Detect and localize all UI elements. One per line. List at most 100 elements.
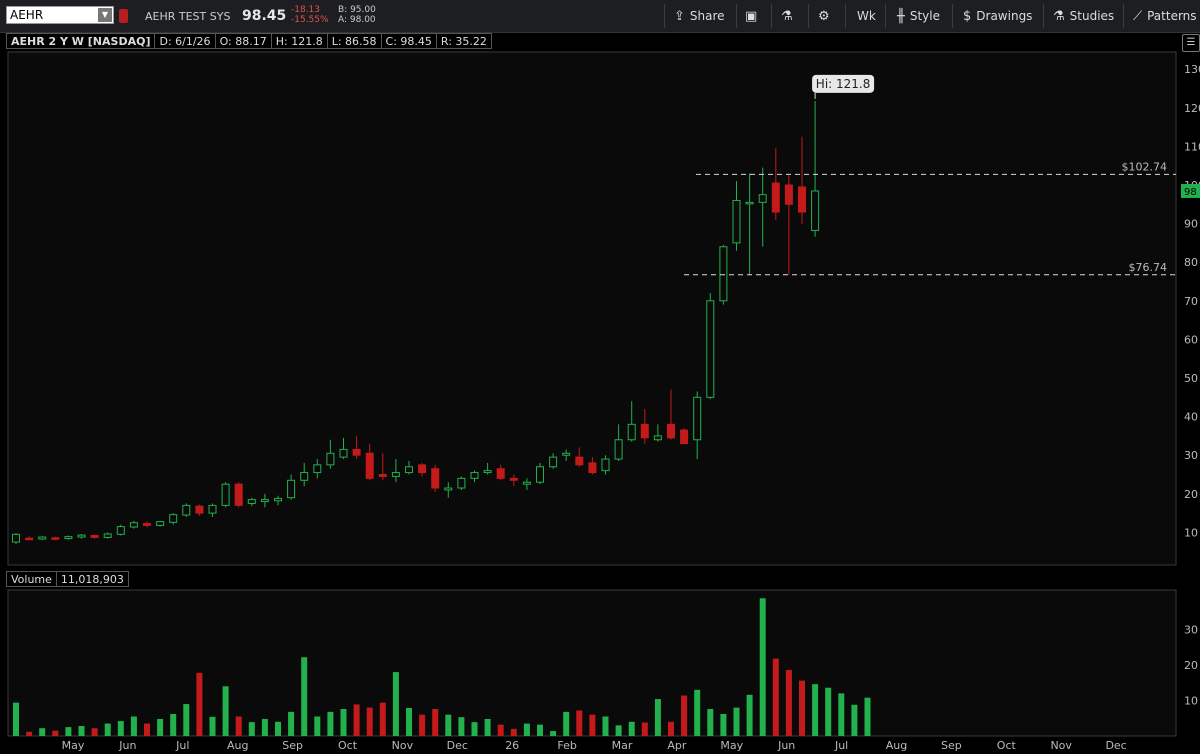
candle-body: [12, 533, 20, 543]
volume-label[interactable]: Volume: [6, 571, 57, 587]
candle-body: [129, 522, 138, 528]
price-tick-label: 90: [1184, 218, 1198, 231]
candle-body: [588, 462, 597, 474]
candle-body: [653, 435, 662, 441]
volume-info-bar: Volume 11,018,903: [6, 571, 129, 587]
volume-bar: [851, 704, 858, 736]
last-price-tag-label: 98: [1184, 187, 1197, 198]
volume-bar: [144, 723, 150, 736]
volume-bar: [248, 722, 255, 736]
volume-bar: [78, 726, 85, 736]
price-level-label: $76.74: [1129, 261, 1168, 274]
x-tick-label: Oct: [997, 739, 1017, 752]
candle-body: [771, 182, 780, 213]
volume-bar: [392, 672, 399, 736]
info-close: C: 98.45: [381, 33, 437, 49]
volume-bar: [117, 721, 124, 736]
volume-bar: [130, 716, 137, 736]
chart-title[interactable]: AEHR 2 Y W [NASDAQ]: [6, 33, 156, 49]
x-tick-label: Aug: [227, 739, 248, 752]
candle-body: [391, 472, 400, 477]
candle-body: [352, 448, 361, 456]
info-low: L: 86.58: [327, 33, 382, 49]
chart-info-bar: AEHR 2 Y W [NASDAQ] D: 6/1/26 O: 88.17 H…: [6, 33, 492, 49]
x-tick-label: Mar: [612, 739, 633, 752]
candle-body: [234, 483, 243, 506]
volume-bar: [563, 711, 570, 736]
candle-body: [156, 521, 165, 526]
volume-bar: [694, 689, 701, 736]
volume-bar: [353, 704, 360, 736]
volume-bar: [26, 731, 33, 736]
info-range: R: 35.22: [436, 33, 492, 49]
x-tick-label: Sep: [282, 739, 303, 752]
volume-bar: [170, 713, 177, 736]
volume-tick-label: 30: [1184, 624, 1198, 637]
volume-bar: [864, 697, 871, 736]
x-tick-label: Jun: [118, 739, 136, 752]
candle-body: [798, 186, 806, 213]
candle-body: [300, 472, 309, 481]
price-tick-label: 30: [1184, 449, 1198, 462]
price-tick-label: 40: [1184, 411, 1198, 424]
x-tick-label: May: [62, 739, 85, 752]
candle-body: [522, 481, 531, 485]
candle-body: [260, 499, 269, 503]
candle-body: [25, 537, 34, 541]
volume-bar: [209, 716, 216, 736]
volume-panel: [7, 589, 1177, 737]
volume-tick-label: 20: [1184, 659, 1198, 672]
volume-bar: [733, 707, 740, 736]
volume-bar: [366, 707, 373, 736]
x-tick-label: Feb: [557, 739, 576, 752]
volume-bar: [484, 718, 491, 736]
candle-body: [575, 456, 584, 466]
volume-bar: [510, 728, 517, 736]
x-tick-label: Jun: [777, 739, 795, 752]
volume-bar: [812, 684, 819, 736]
hi-callout-text: Hi: 121.8: [816, 77, 871, 91]
volume-bar: [314, 716, 321, 736]
volume-bar: [523, 723, 530, 736]
volume-bar: [340, 709, 347, 736]
candle-body: [758, 194, 767, 203]
x-tick-label: Aug: [886, 739, 907, 752]
volume-bar: [327, 711, 334, 736]
x-tick-label: May: [720, 739, 743, 752]
volume-bar: [13, 702, 19, 736]
volume-bar: [838, 693, 845, 736]
price-panel: [7, 51, 1177, 566]
price-tick-label: 130: [1184, 63, 1200, 76]
info-date: D: 6/1/26: [155, 33, 216, 49]
volume-bar: [419, 714, 426, 736]
candle-body: [143, 523, 151, 526]
volume-tick-label: 10: [1184, 695, 1198, 708]
volume-bar: [537, 724, 543, 736]
candle-body: [405, 466, 413, 474]
chart-settings-icon[interactable]: ☰: [1182, 34, 1200, 52]
volume-bar: [628, 721, 635, 736]
candle-body: [90, 534, 99, 538]
candle-body: [627, 423, 636, 441]
candle-body: [549, 456, 558, 468]
x-tick-label: Dec: [1105, 739, 1126, 752]
volume-bar: [235, 716, 242, 736]
volume-bar: [301, 657, 308, 736]
candle-body: [195, 505, 204, 514]
price-tick-label: 80: [1184, 256, 1198, 269]
candle-body: [208, 504, 217, 514]
volume-bar: [589, 714, 596, 736]
candle-body: [182, 504, 191, 516]
candle-body: [287, 479, 296, 499]
candle-body: [470, 472, 479, 479]
candle-body: [339, 448, 348, 458]
volume-bar: [157, 718, 164, 736]
candle-body: [457, 477, 466, 489]
candle-body: [509, 477, 518, 481]
candle-body: [745, 201, 754, 205]
price-chart[interactable]: $102.74$76.74Hi: 121.8 13012011010090807…: [0, 0, 1200, 754]
volume-bar: [772, 658, 779, 736]
candle-body: [378, 474, 387, 477]
candle-body: [431, 468, 440, 489]
info-high: H: 121.8: [271, 33, 328, 49]
